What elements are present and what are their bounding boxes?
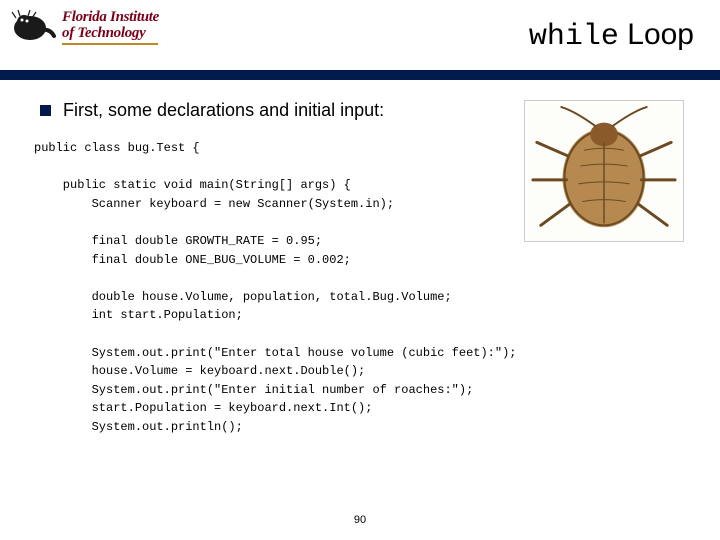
logo-underline [62, 43, 158, 45]
bullet-text: First, some declarations and initial inp… [63, 100, 384, 121]
slide: Florida Institute of Technology while Lo… [0, 0, 720, 540]
slide-title: while Loop [529, 18, 694, 54]
title-mono: while [529, 20, 619, 54]
slide-header: Florida Institute of Technology while Lo… [0, 0, 720, 70]
logo-line2: of Technology [62, 26, 159, 41]
bullet-square-icon [40, 105, 51, 116]
fit-logo: Florida Institute of Technology [10, 8, 159, 46]
page-number: 90 [0, 514, 720, 526]
logo-text: Florida Institute of Technology [62, 8, 159, 45]
bug-image [524, 100, 684, 242]
title-rest: Loop [619, 18, 694, 51]
header-rule [0, 70, 720, 80]
logo-line1: Florida Institute [62, 10, 159, 25]
cockroach-icon [525, 100, 683, 242]
panther-icon [10, 8, 58, 46]
